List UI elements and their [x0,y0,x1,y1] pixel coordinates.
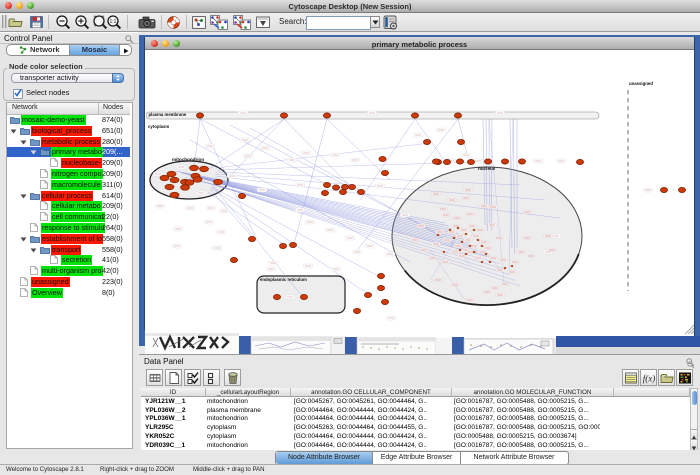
svg-text:f(x): f(x) [643,374,656,384]
svg-text:1:1: 1:1 [110,19,117,25]
